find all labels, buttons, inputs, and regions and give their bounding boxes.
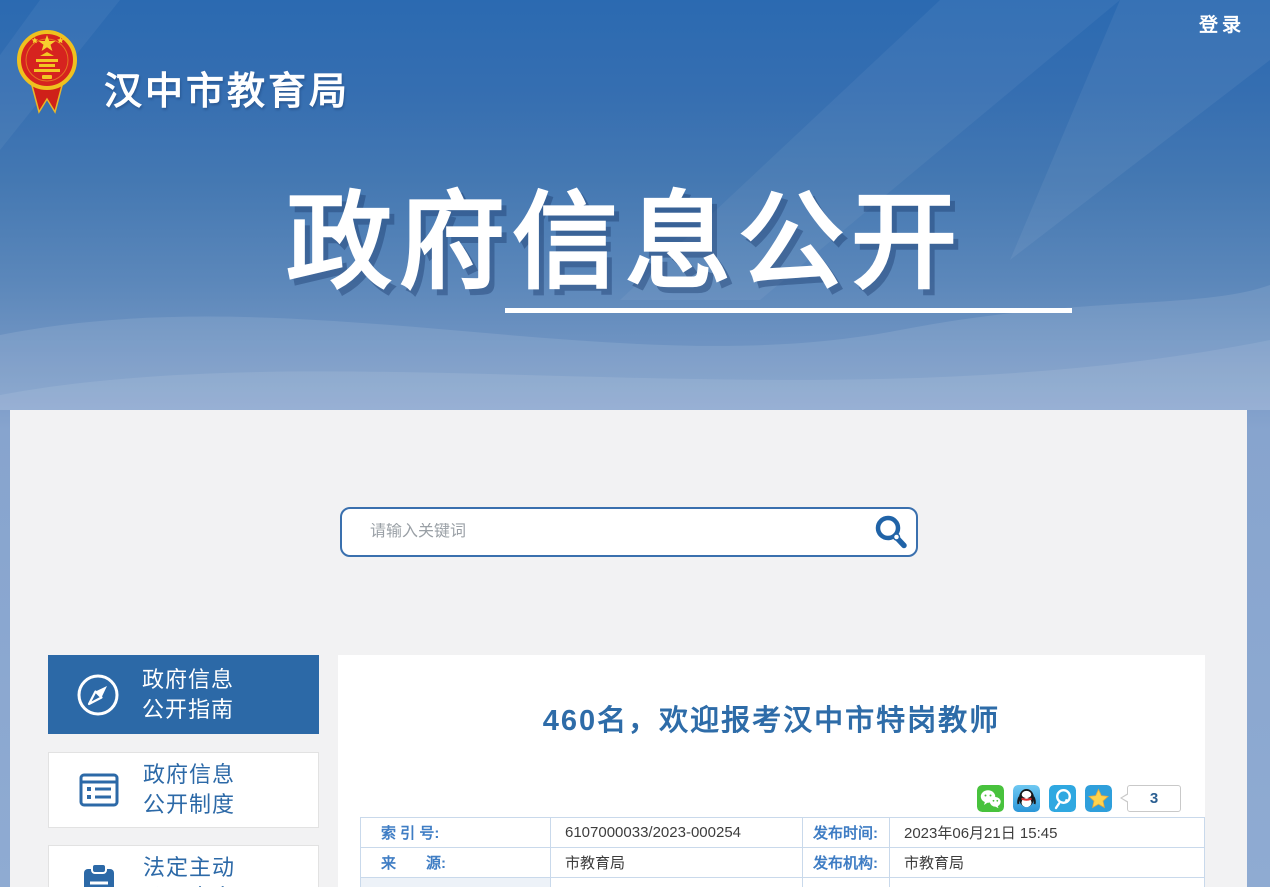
meta-value-pubtime: 2023年06月21日 15:45 [889, 818, 1204, 847]
compass-icon [74, 671, 122, 719]
article-card: 460名，欢迎报考汉中市特岗教师 [338, 655, 1205, 887]
content-panel: 政府信息 公开指南 政府信息 公开制度 [10, 410, 1247, 887]
meta-label-index: 索 引 号: [361, 818, 550, 847]
sidebar-item-disclosure[interactable]: 法定主动 公开内容 [48, 845, 319, 887]
meta-label-source: 来 源: [361, 848, 550, 877]
banner-page-title: 政府信息公开 [0, 156, 1260, 310]
banner: 汉中市教育局 登录 政府信息公开 [0, 0, 1270, 410]
search-box [340, 507, 918, 557]
article-meta-table: 索 引 号: 6107000033/2023-000254 发布时间: 2023… [360, 817, 1205, 887]
search-magnifier-icon [872, 514, 908, 550]
sidebar-item-system[interactable]: 政府信息 公开制度 [48, 752, 319, 828]
meta-label-pubtime: 发布时间: [802, 818, 889, 847]
sidebar-item-label: 法定主动 公开内容 [143, 853, 235, 887]
search-input[interactable] [342, 523, 864, 541]
article-title: 460名，欢迎报考汉中市特岗教师 [338, 655, 1205, 739]
meta-value-agency: 市教育局 [889, 848, 1204, 877]
wechat-icon[interactable] [977, 785, 1004, 812]
qzone-icon[interactable] [1085, 785, 1112, 812]
sidebar-item-label: 政府信息 公开制度 [143, 760, 235, 819]
clipboard-icon [75, 859, 123, 887]
site-title: 汉中市教育局 [104, 60, 350, 115]
share-toolbar: 3 [977, 785, 1181, 812]
table-row-partial [361, 877, 1204, 887]
share-icon[interactable] [1049, 785, 1076, 812]
table-row: 索 引 号: 6107000033/2023-000254 发布时间: 2023… [361, 818, 1204, 847]
meta-label-agency: 发布机构: [802, 848, 889, 877]
login-link[interactable]: 登录 [1199, 10, 1245, 37]
meta-value-index: 6107000033/2023-000254 [550, 818, 802, 847]
search-button[interactable] [864, 509, 916, 555]
qq-icon[interactable] [1013, 785, 1040, 812]
banner-title-underline [505, 308, 1072, 313]
sidebar-item-label: 政府信息 公开指南 [142, 665, 234, 724]
sidebar-item-guide[interactable]: 政府信息 公开指南 [48, 655, 319, 734]
share-count-badge: 3 [1127, 785, 1181, 812]
page: 汉中市教育局 登录 政府信息公开 政府信息 [0, 0, 1270, 887]
document-list-icon [75, 766, 123, 814]
table-row: 来 源: 市教育局 发布机构: 市教育局 [361, 847, 1204, 877]
national-emblem-icon [14, 26, 80, 118]
meta-value-source: 市教育局 [550, 848, 802, 877]
